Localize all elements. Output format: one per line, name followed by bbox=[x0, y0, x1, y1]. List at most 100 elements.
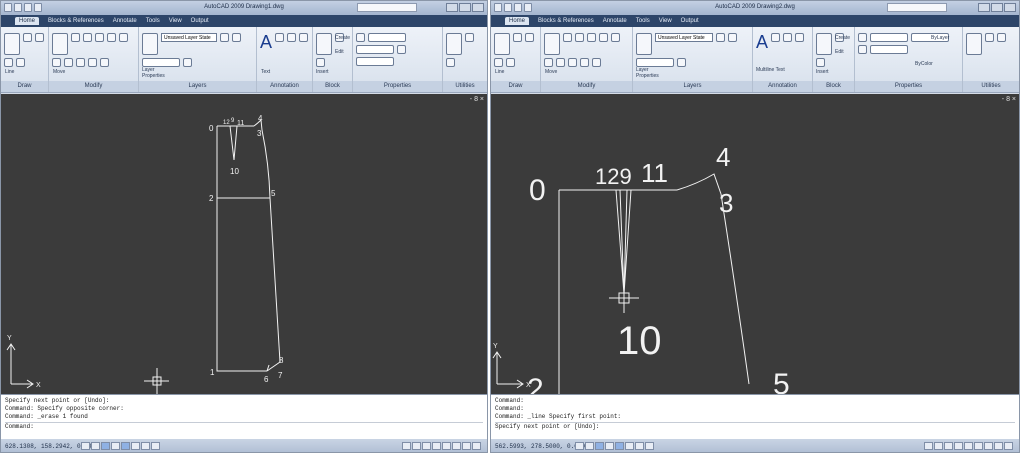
table-icon[interactable] bbox=[299, 33, 309, 42]
mirror-icon[interactable] bbox=[587, 33, 596, 42]
panel-label[interactable]: Annotation bbox=[257, 81, 312, 92]
close-icon[interactable] bbox=[1004, 3, 1016, 12]
ortho-toggle[interactable] bbox=[101, 442, 110, 450]
layer-icon[interactable] bbox=[220, 33, 229, 42]
erase-icon[interactable] bbox=[556, 58, 565, 67]
rectangle-icon[interactable] bbox=[506, 58, 515, 67]
color-icon[interactable] bbox=[858, 33, 867, 42]
circle-icon[interactable] bbox=[525, 33, 534, 42]
color-icon[interactable] bbox=[356, 33, 365, 42]
tab-annotate[interactable]: Annotate bbox=[603, 18, 627, 24]
clean-screen-icon[interactable] bbox=[472, 442, 481, 450]
drafting-toggles[interactable] bbox=[81, 442, 160, 450]
offset-icon[interactable] bbox=[88, 58, 97, 67]
tab-tools[interactable]: Tools bbox=[146, 18, 160, 24]
layout-icon[interactable] bbox=[934, 442, 943, 450]
utility-icon[interactable] bbox=[446, 58, 455, 67]
layout-icon[interactable] bbox=[412, 442, 421, 450]
polar-toggle[interactable] bbox=[111, 442, 120, 450]
color-select[interactable] bbox=[368, 33, 406, 42]
dimension-icon[interactable] bbox=[771, 33, 781, 42]
edit-block-icon[interactable] bbox=[316, 58, 325, 67]
insert-block-icon[interactable] bbox=[316, 33, 332, 55]
trim-icon[interactable] bbox=[599, 33, 608, 42]
tab-blocks-references[interactable]: Blocks & References bbox=[538, 18, 594, 24]
command-prompt-input[interactable]: Command: bbox=[5, 422, 483, 431]
layer-select[interactable] bbox=[142, 58, 180, 67]
arc-icon[interactable] bbox=[4, 58, 13, 67]
copy-icon[interactable] bbox=[575, 33, 584, 42]
copy-icon[interactable] bbox=[83, 33, 92, 42]
layer-icon[interactable] bbox=[716, 33, 725, 42]
lwt-toggle[interactable] bbox=[645, 442, 654, 450]
command-prompt-input[interactable]: Specify next point or [Undo]: bbox=[495, 422, 1015, 431]
explode-icon[interactable] bbox=[76, 58, 85, 67]
search-input[interactable] bbox=[887, 3, 947, 12]
otrack-toggle[interactable] bbox=[131, 442, 140, 450]
panel-label[interactable]: Block bbox=[813, 81, 854, 92]
explode-icon[interactable] bbox=[568, 58, 577, 67]
utility-icon[interactable] bbox=[465, 33, 474, 42]
layer-state-select[interactable]: Unsaved Layer State bbox=[655, 33, 713, 42]
color-select[interactable] bbox=[870, 33, 908, 42]
match-properties-icon[interactable] bbox=[397, 45, 406, 54]
table-icon[interactable] bbox=[795, 33, 805, 42]
layer-icon[interactable] bbox=[677, 58, 686, 67]
panel-label[interactable]: Modify bbox=[49, 81, 138, 92]
dyn-toggle[interactable] bbox=[635, 442, 644, 450]
tab-home[interactable]: Home bbox=[15, 17, 40, 25]
panel-label[interactable]: Layers bbox=[633, 81, 752, 92]
utility-icon[interactable] bbox=[997, 33, 1006, 42]
array-icon[interactable] bbox=[544, 58, 553, 67]
match-properties-icon[interactable] bbox=[858, 45, 867, 54]
scale-icon[interactable] bbox=[611, 33, 620, 42]
fillet-icon[interactable] bbox=[592, 58, 601, 67]
layer-properties-icon[interactable] bbox=[636, 33, 652, 55]
panel-label[interactable]: Block bbox=[313, 81, 352, 92]
lineweight-select[interactable] bbox=[356, 57, 394, 66]
fillet-icon[interactable] bbox=[100, 58, 109, 67]
rotate-icon[interactable] bbox=[71, 33, 80, 42]
rotate-icon[interactable] bbox=[563, 33, 572, 42]
panel-label[interactable]: Layers bbox=[139, 81, 256, 92]
circle-icon[interactable] bbox=[35, 33, 44, 42]
lineweight-select[interactable] bbox=[870, 45, 908, 54]
model-icon[interactable] bbox=[924, 442, 933, 450]
lock-icon[interactable] bbox=[462, 442, 471, 450]
panel-label[interactable]: Properties bbox=[353, 81, 442, 92]
panel-label[interactable]: Properties bbox=[855, 81, 962, 92]
scale-icon[interactable] bbox=[119, 33, 128, 42]
minimize-icon[interactable] bbox=[446, 3, 458, 12]
panel-label[interactable]: Annotation bbox=[753, 81, 812, 92]
workspace-icon[interactable] bbox=[452, 442, 461, 450]
lock-icon[interactable] bbox=[984, 442, 993, 450]
rectangle-icon[interactable] bbox=[16, 58, 25, 67]
maximize-icon[interactable] bbox=[459, 3, 471, 12]
layer-properties-icon[interactable] bbox=[142, 33, 158, 55]
clean-screen-icon[interactable] bbox=[994, 442, 1003, 450]
command-line[interactable]: Command: Command: Command: _line Specify… bbox=[491, 394, 1019, 439]
leader-icon[interactable] bbox=[287, 33, 297, 42]
tab-annotate[interactable]: Annotate bbox=[113, 18, 137, 24]
layer-state-select[interactable]: Unsaved Layer State bbox=[161, 33, 217, 42]
text-tool-icon[interactable]: A bbox=[260, 33, 272, 51]
tab-output[interactable]: Output bbox=[681, 18, 699, 24]
osnap-toggle[interactable] bbox=[121, 442, 130, 450]
window-controls[interactable] bbox=[978, 3, 1016, 12]
layer-select[interactable] bbox=[636, 58, 674, 67]
tab-view[interactable]: View bbox=[169, 18, 182, 24]
window-controls[interactable] bbox=[446, 3, 484, 12]
tab-view[interactable]: View bbox=[659, 18, 672, 24]
offset-icon[interactable] bbox=[580, 58, 589, 67]
leader-icon[interactable] bbox=[783, 33, 793, 42]
mirror-icon[interactable] bbox=[95, 33, 104, 42]
text-tool-icon[interactable]: A bbox=[756, 33, 768, 51]
annotation-scale-icon[interactable] bbox=[442, 442, 451, 450]
drafting-toggles[interactable] bbox=[575, 442, 654, 450]
polyline-icon[interactable] bbox=[23, 33, 32, 42]
command-line[interactable]: Specify next point or [Undo]: Command: S… bbox=[1, 394, 487, 439]
drawing-canvas[interactable]: - 8 × 0 12 9 11 4 3 10 2 5 8 7 6 1 Y X bbox=[1, 94, 487, 394]
model-icon[interactable] bbox=[402, 442, 411, 450]
move-tool-icon[interactable] bbox=[52, 33, 68, 55]
move-tool-icon[interactable] bbox=[544, 33, 560, 55]
